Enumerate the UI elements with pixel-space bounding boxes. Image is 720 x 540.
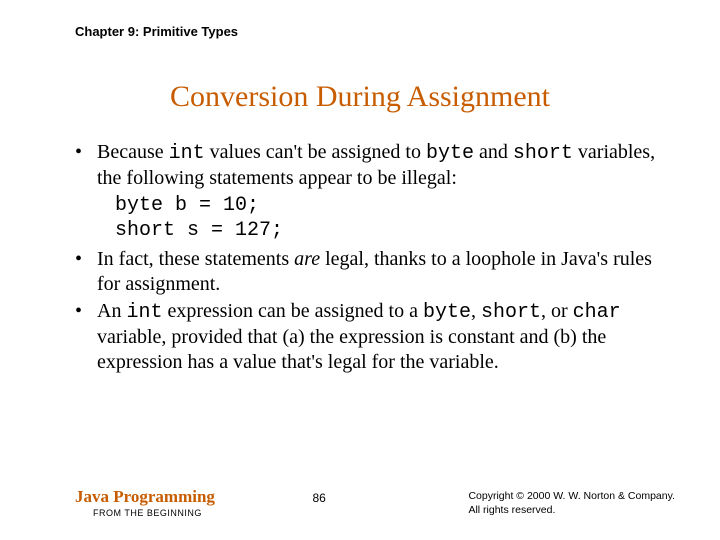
bullet-dot: •	[75, 299, 97, 375]
slide-title: Conversion During Assignment	[0, 80, 720, 114]
chapter-label: Chapter 9: Primitive Types	[75, 24, 238, 39]
code-line-1: byte b = 10;	[115, 193, 675, 218]
t: In fact, these statements	[97, 248, 294, 270]
code-block: byte b = 10; short s = 127;	[115, 193, 675, 243]
footer-left: Java Programming FROM THE BEGINNING	[75, 487, 215, 518]
emphasis-are: are	[294, 248, 320, 270]
page-number: 86	[313, 491, 326, 505]
t: variable, provided that (a) the expressi…	[97, 326, 606, 373]
brand-tagline: FROM THE BEGINNING	[93, 508, 215, 518]
bullet-2-text: In fact, these statements are legal, tha…	[97, 247, 675, 297]
code-inline-byte: byte	[426, 142, 474, 165]
t: and	[474, 141, 513, 163]
code-inline-byte: byte	[423, 301, 471, 324]
t: values can't be assigned to	[205, 141, 426, 163]
code-line-2: short s = 127;	[115, 218, 675, 243]
copyright: Copyright © 2000 W. W. Norton & Company.…	[468, 489, 675, 517]
code-inline-int: int	[126, 301, 162, 324]
bullet-dot: •	[75, 247, 97, 297]
code-inline-short: short	[481, 301, 541, 324]
code-inline-char: char	[573, 301, 621, 324]
bullet-3: • An int expression can be assigned to a…	[75, 299, 675, 375]
t: Because	[97, 141, 169, 163]
bullet-2: • In fact, these statements are legal, t…	[75, 247, 675, 297]
t: , or	[541, 300, 573, 322]
copyright-line-1: Copyright © 2000 W. W. Norton & Company.	[468, 489, 675, 503]
t: ,	[471, 300, 481, 322]
t: An	[97, 300, 126, 322]
bullet-3-text: An int expression can be assigned to a b…	[97, 299, 675, 375]
bullet-dot: •	[75, 140, 97, 191]
copyright-line-2: All rights reserved.	[468, 503, 675, 517]
slide-content: • Because int values can't be assigned t…	[75, 140, 675, 377]
bullet-1: • Because int values can't be assigned t…	[75, 140, 675, 191]
footer: Java Programming FROM THE BEGINNING 86 C…	[75, 487, 675, 518]
t: expression can be assigned to a	[162, 300, 422, 322]
brand-title: Java Programming	[75, 487, 215, 507]
bullet-1-text: Because int values can't be assigned to …	[97, 140, 675, 191]
code-inline-int: int	[169, 142, 205, 165]
code-inline-short: short	[513, 142, 573, 165]
